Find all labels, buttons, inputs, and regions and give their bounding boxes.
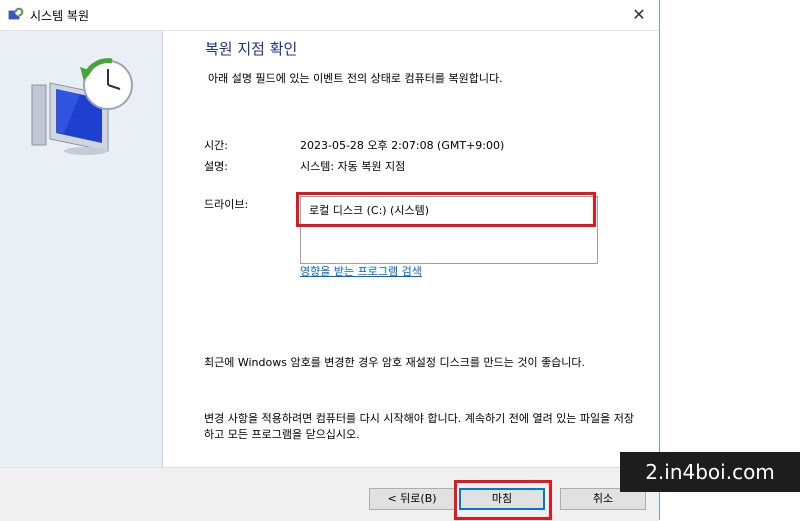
system-restore-window: 시스템 복원 ✕ 복원 지점 확인 아래 설명 필드에 있는 이벤트 전의 상태… [0,0,660,521]
time-label: 시간: [204,139,228,152]
time-value: 2023-05-28 오후 2:07:08 (GMT+9:00) [300,139,505,152]
page-title: 복원 지점 확인 [205,40,298,58]
site-watermark: 2.in4boi.com [620,452,800,492]
restart-note: 변경 사항을 적용하려면 컴퓨터를 다시 시작해야 합니다. 계속하기 전에 열… [204,412,635,441]
description-value: 시스템: 자동 복원 지점 [300,160,406,173]
page-subtitle: 아래 설명 필드에 있는 이벤트 전의 상태로 컴퓨터를 복원합니다. [208,72,503,85]
description-label: 설명: [204,160,228,173]
button-bar: < 뒤로(B) 마침 취소 [0,467,659,521]
system-restore-icon [8,7,24,20]
password-reset-note: 최근에 Windows 암호를 변경한 경우 암호 재설정 디스크를 만드는 것… [204,356,586,369]
system-restore-monitor-clock-icon [31,58,133,155]
drive-label: 드라이브: [204,198,249,211]
back-button[interactable]: < 뒤로(B) [369,488,455,510]
finish-highlight-box [454,480,552,520]
close-button[interactable]: ✕ [628,4,650,26]
drive-highlight-box [296,192,596,227]
content-area: 복원 지점 확인 아래 설명 필드에 있는 이벤트 전의 상태로 컴퓨터를 복원… [163,31,659,467]
window-title: 시스템 복원 [30,9,90,23]
title-bar: 시스템 복원 ✕ [0,0,659,31]
side-panel [0,31,163,467]
scan-affected-programs-link[interactable]: 영향을 받는 프로그램 검색 [300,263,422,279]
